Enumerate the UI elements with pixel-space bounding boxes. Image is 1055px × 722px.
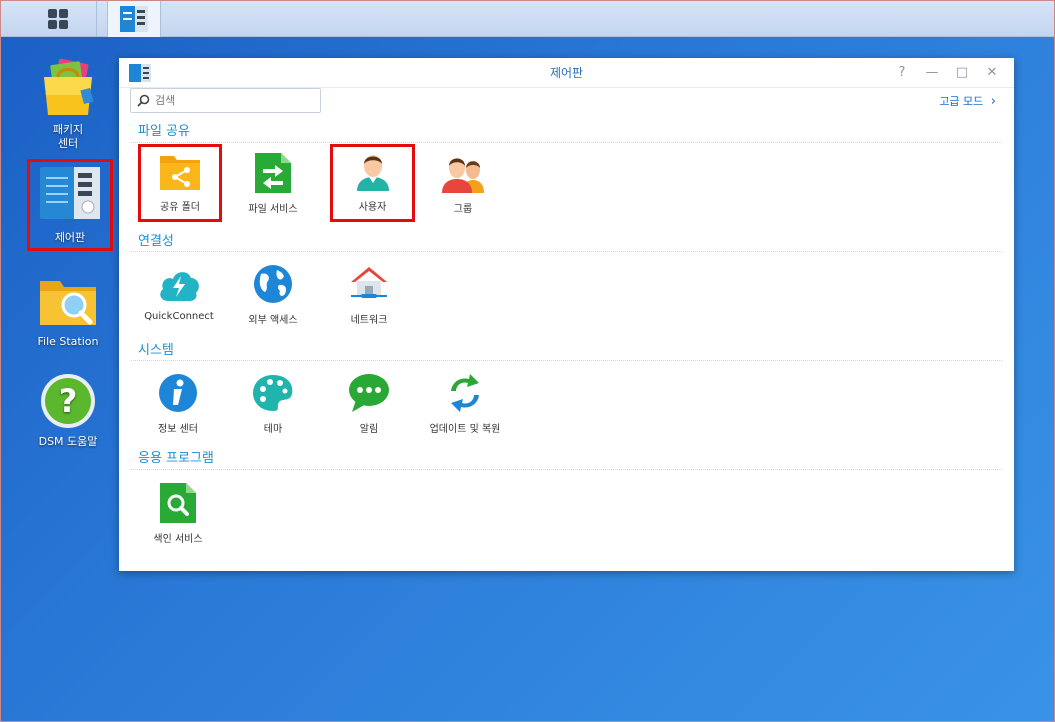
file-services-icon [252,152,294,194]
item-external-access[interactable]: 외부 액세스 [231,257,315,333]
external-access-icon [252,263,294,305]
chevron-right-icon: › [990,94,996,109]
desktop-icon-control-panel[interactable]: 제어판 [27,159,113,251]
svg-text:?: ? [59,382,78,420]
close-icon[interactable]: ✕ [982,64,1002,82]
advanced-mode-label: 고급 모드 [939,95,984,108]
item-label: 업데이트 및 복원 [429,424,501,435]
file-station-icon [38,271,98,331]
item-label: 파일 서비스 [248,204,298,215]
item-label: 그룹 [453,204,473,215]
item-label: 외부 액세스 [248,315,298,326]
item-shared-folder[interactable]: 공유 폴더 [138,144,222,222]
maximize-icon[interactable]: □ [952,64,972,82]
desktop-label-package-center-1: 패키지 [52,123,84,136]
item-label: 사용자 [358,202,387,213]
item-notification[interactable]: 알림 [327,366,411,442]
item-info-center[interactable]: 정보 센터 [136,366,220,442]
taskbar-control-panel-button[interactable] [107,1,161,37]
desktop-label-dsm-help: DSM 도움말 [38,435,98,448]
advanced-mode-link[interactable]: 고급 모드 › [939,93,996,109]
user-icon [352,150,394,192]
package-center-icon [38,58,98,119]
search-icon [137,94,150,107]
help-icon[interactable]: ? [892,64,912,82]
update-restore-icon [444,372,486,414]
shared-folder-icon [159,150,201,192]
section-divider [131,360,1002,361]
apps-grid-icon [47,9,68,29]
item-label: 색인 서비스 [153,534,203,545]
section-divider [131,251,1002,252]
section-divider [131,142,1002,143]
item-label: 공유 폴더 [160,202,200,213]
section-divider [131,469,1002,470]
search-input[interactable] [155,94,315,107]
desktop-label-control-panel: 제어판 [54,231,86,244]
item-indexing-service[interactable]: 색인 서비스 [136,476,220,552]
indexing-service-icon [157,482,199,524]
desktop-label-package-center-2: 센터 [57,137,79,150]
item-network[interactable]: 네트워크 [327,257,411,333]
control-panel-icon [40,167,100,227]
item-label: QuickConnect [144,311,214,322]
group-icon [442,152,484,194]
item-label: 네트워크 [350,315,388,326]
item-theme[interactable]: 테마 [231,366,315,442]
window-titlebar[interactable]: 제어판 ? — □ ✕ [119,58,1014,88]
section-title-system: 시스템 [138,343,174,358]
notification-icon [348,372,390,414]
desktop-icon-package-center[interactable]: 패키지 센터 [25,58,111,151]
control-panel-icon [129,64,151,82]
theme-icon [252,372,294,414]
info-center-icon [157,372,199,414]
section-title-connectivity: 연결성 [138,234,174,249]
taskbar [1,1,1054,37]
quickconnect-icon [158,263,200,305]
control-panel-icon [120,6,148,32]
main-menu-button[interactable] [19,1,97,37]
item-label: 테마 [263,424,283,435]
item-user[interactable]: 사용자 [330,144,415,222]
minimize-icon[interactable]: — [922,64,942,82]
item-update-restore[interactable]: 업데이트 및 복원 [417,366,513,442]
desktop-icon-file-station[interactable]: File Station [25,271,111,349]
section-title-file-sharing: 파일 공유 [138,124,190,139]
window-title: 제어판 [549,66,584,80]
control-panel-window: 제어판 ? — □ ✕ 고급 모드 › 파일 공유 [119,58,1014,571]
item-group[interactable]: 그룹 [421,146,505,222]
desktop-label-file-station: File Station [37,335,99,348]
item-file-services[interactable]: 파일 서비스 [231,146,315,222]
item-quickconnect[interactable]: QuickConnect [136,257,222,333]
window-controls: ? — □ ✕ [892,64,1002,82]
desktop-icon-dsm-help[interactable]: ? DSM 도움말 [25,371,111,449]
search-field[interactable] [130,88,321,113]
help-icon: ? [38,371,98,431]
section-title-applications: 응용 프로그램 [138,451,214,466]
item-label: 정보 센터 [158,424,198,435]
network-icon [348,263,390,305]
item-label: 알림 [359,424,379,435]
